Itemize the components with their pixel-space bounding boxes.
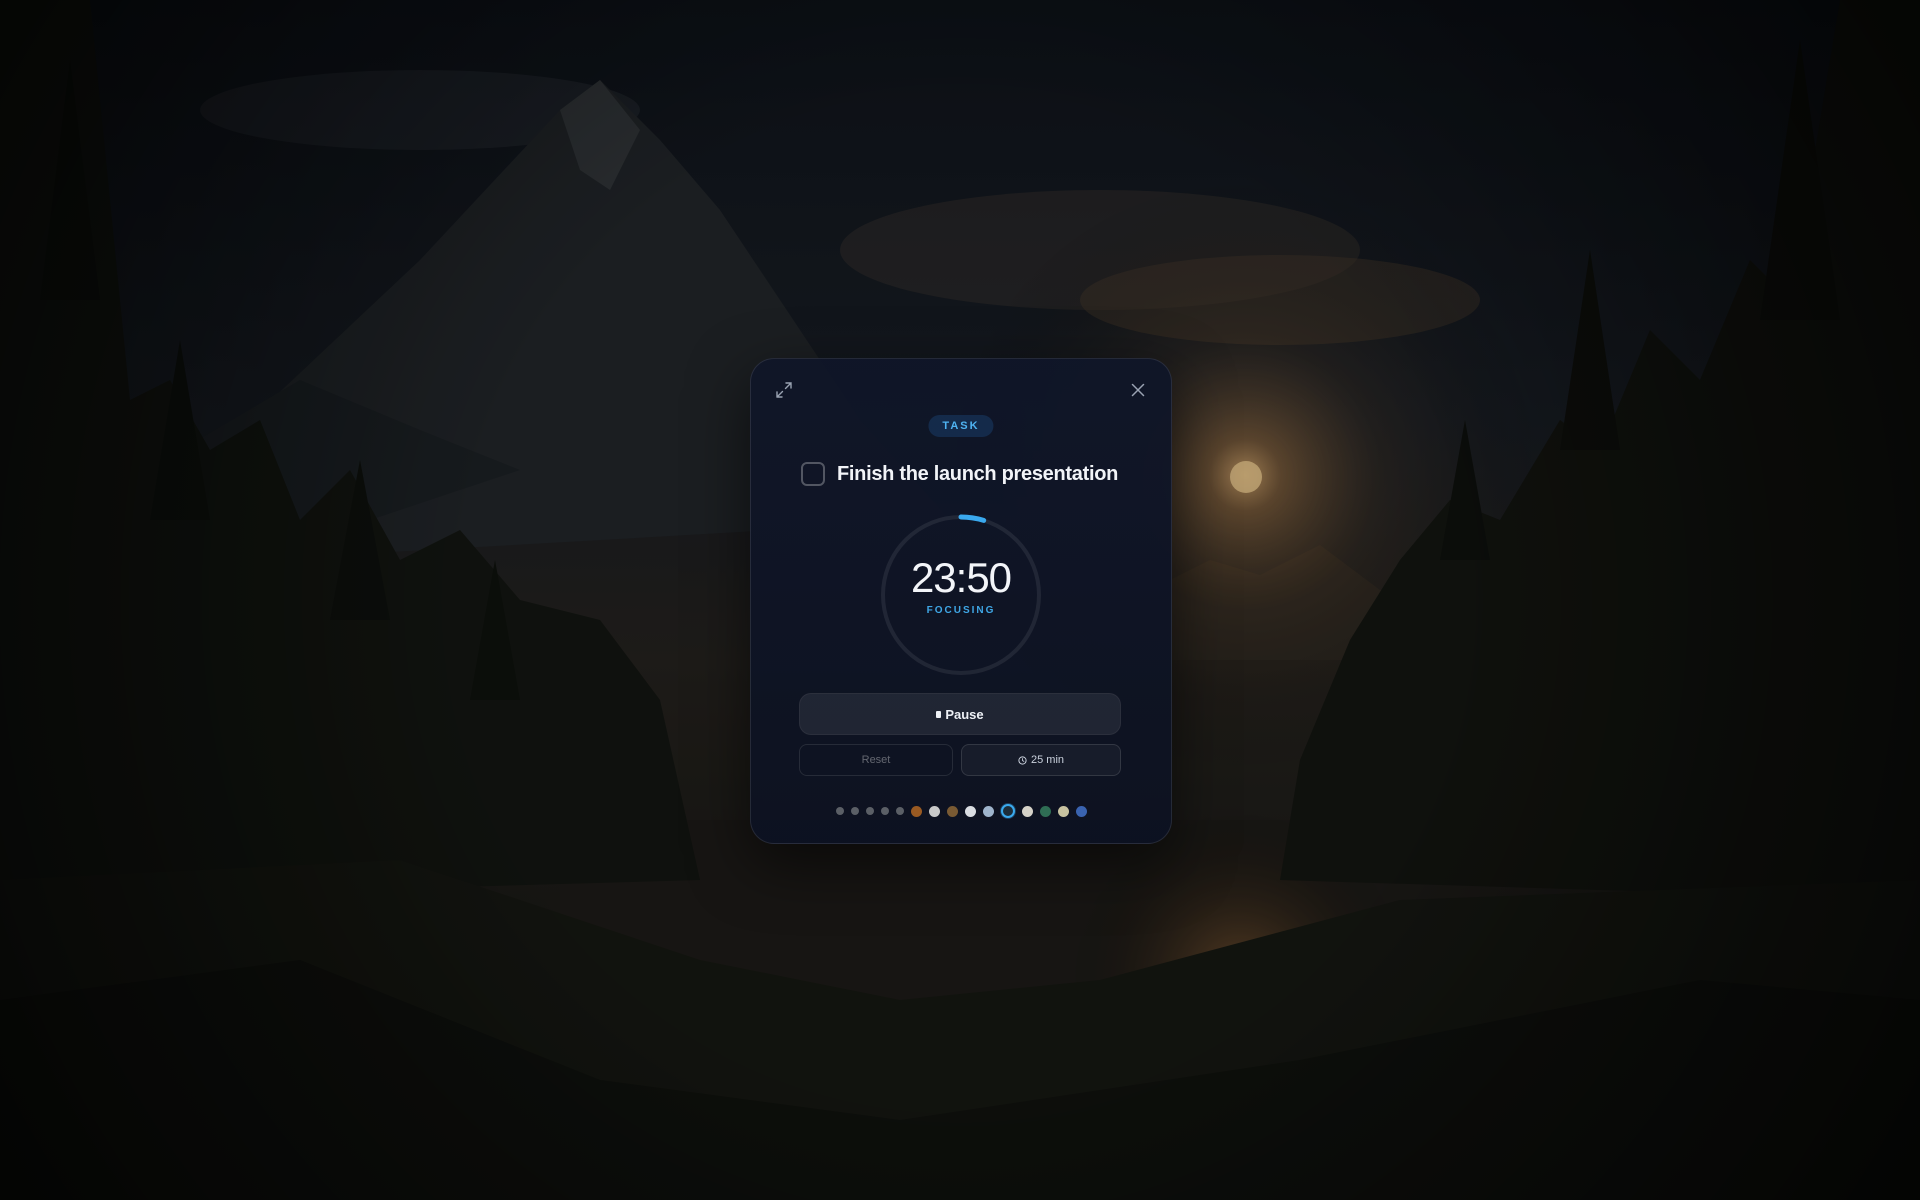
close-button[interactable] [1125,377,1151,403]
reset-button[interactable]: Reset [799,744,953,776]
pause-label: Pause [945,706,984,722]
theme-selector [751,801,1171,821]
expand-button[interactable] [771,377,797,403]
theme-swatch-gray-4[interactable] [880,807,889,815]
focus-card: TASK Finish the launch presentation 23:5… [750,358,1172,844]
task-row: Finish the launch presentation [801,459,1131,489]
pause-icon [936,710,942,718]
timer-display: 23:50 [910,554,1012,601]
theme-swatch-amber-landscape[interactable] [910,805,922,817]
theme-swatch-sand-meadow[interactable] [1057,805,1069,817]
task-badge: TASK [928,415,994,437]
theme-swatch-gray-2[interactable] [850,807,859,815]
timer-status: FOCUSING [926,605,996,616]
theme-swatch-dusk-forest[interactable] [946,805,958,817]
theme-swatch-light-clouds[interactable] [928,805,940,817]
theme-swatch-night-mountain[interactable] [1000,804,1015,818]
expand-icon [776,382,792,398]
clock-icon [1018,755,1027,765]
theme-swatch-mist[interactable] [1021,805,1033,817]
task-title: Finish the launch presentation [837,462,1119,485]
reset-label: Reset [861,754,891,766]
theme-swatch-green-forest[interactable] [1039,805,1051,817]
theme-swatch-gray-3[interactable] [865,807,874,815]
theme-swatch-pale-sky[interactable] [964,805,976,817]
pause-button[interactable]: Pause [799,693,1121,735]
theme-swatch-blue-light[interactable] [982,805,994,817]
theme-swatch-ocean-blue[interactable] [1075,805,1087,817]
theme-swatch-gray-1[interactable] [835,807,844,815]
duration-button[interactable]: 25 min [961,744,1121,776]
theme-swatch-gray-5[interactable] [895,807,904,815]
close-icon [1131,383,1145,397]
duration-label: 25 min [1030,754,1065,766]
task-checkbox[interactable] [801,462,825,486]
